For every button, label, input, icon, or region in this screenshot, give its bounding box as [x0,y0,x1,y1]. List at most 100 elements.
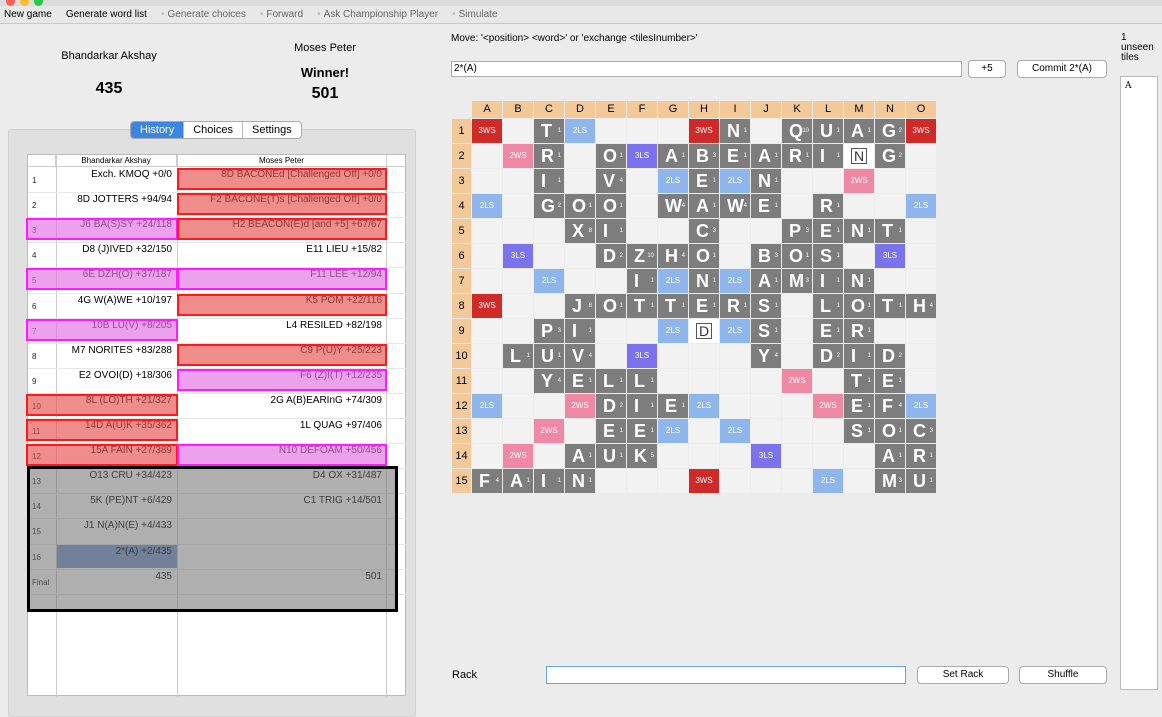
board-square[interactable] [906,269,936,293]
board-square[interactable] [503,394,533,418]
letter-tile[interactable]: R1 [813,194,843,218]
player1-move[interactable]: M7 NORITES +83/288 [58,345,172,356]
letter-tile[interactable]: V4 [565,344,595,368]
letter-tile[interactable]: T1 [658,294,688,318]
letter-tile[interactable]: T1 [875,219,905,243]
board-square[interactable] [906,319,936,343]
board-square[interactable] [782,394,812,418]
letter-tile[interactable]: S1 [813,244,843,268]
board-square[interactable] [875,169,905,193]
board-square[interactable] [813,169,843,193]
player1-move[interactable]: 8D JOTTERS +94/94 [58,194,172,205]
board-square[interactable] [565,169,595,193]
board-square[interactable] [596,469,626,493]
board-square[interactable] [627,119,657,143]
bonus-square[interactable]: 2LS [689,394,719,418]
board-square[interactable] [782,344,812,368]
letter-tile[interactable]: N1 [844,269,874,293]
letter-tile[interactable]: D2 [596,394,626,418]
bonus-square[interactable]: 2LS [813,469,843,493]
letter-tile[interactable]: T1 [844,369,874,393]
letter-tile[interactable]: T1 [875,294,905,318]
board-square[interactable] [658,119,688,143]
board-square[interactable] [503,319,533,343]
blank-tile[interactable]: D [689,319,719,343]
letter-tile[interactable]: B3 [689,144,719,168]
board-square[interactable] [782,294,812,318]
board-square[interactable] [472,169,502,193]
board-square[interactable] [782,469,812,493]
board-square[interactable] [782,319,812,343]
generate-choices-button[interactable]: Generate choices [161,9,245,20]
board-square[interactable] [534,244,564,268]
letter-tile[interactable]: C3 [689,219,719,243]
board-square[interactable] [596,269,626,293]
board-square[interactable] [906,244,936,268]
letter-tile[interactable]: B3 [751,244,781,268]
shuffle-button[interactable]: Shuffle [1019,666,1107,684]
board-square[interactable] [472,369,502,393]
letter-tile[interactable]: A1 [565,444,595,468]
board-square[interactable] [813,419,843,443]
board-square[interactable] [782,169,812,193]
letter-tile[interactable]: K5 [627,444,657,468]
board-square[interactable] [472,419,502,443]
player2-move[interactable]: 1L QUAG +97/406 [180,420,382,431]
letter-tile[interactable]: S1 [751,319,781,343]
letter-tile[interactable]: G2 [534,194,564,218]
board-square[interactable] [689,344,719,368]
board-square[interactable] [658,444,688,468]
board-square[interactable] [782,419,812,443]
bonus-square[interactable]: 2LS [658,169,688,193]
letter-tile[interactable]: D2 [596,244,626,268]
letter-tile[interactable]: G2 [875,119,905,143]
bonus-square[interactable]: 2LS [658,419,688,443]
board-square[interactable] [503,119,533,143]
letter-tile[interactable]: D2 [813,344,843,368]
bonus-square[interactable]: 2LS [472,394,502,418]
board-square[interactable] [720,244,750,268]
board-square[interactable] [720,369,750,393]
bonus-square[interactable]: 3LS [627,344,657,368]
bonus-square[interactable]: 3LS [751,444,781,468]
letter-tile[interactable]: E1 [751,194,781,218]
letter-tile[interactable]: I1 [813,144,843,168]
board-square[interactable] [875,194,905,218]
letter-tile[interactable]: S1 [751,294,781,318]
move-input[interactable]: 2*(A) [451,61,962,77]
letter-tile[interactable]: A1 [503,469,533,493]
bonus-square[interactable]: 2WS [503,444,533,468]
board-square[interactable] [844,469,874,493]
bonus-square[interactable]: 2WS [503,144,533,168]
letter-tile[interactable]: O1 [596,194,626,218]
letter-tile[interactable]: R1 [534,144,564,168]
board-square[interactable] [751,369,781,393]
letter-tile[interactable]: S1 [844,419,874,443]
bonus-square[interactable]: 2WS [813,394,843,418]
board-square[interactable] [503,419,533,443]
letter-tile[interactable]: I1 [534,469,564,493]
letter-tile[interactable]: Y4 [751,344,781,368]
board-square[interactable] [875,269,905,293]
letter-tile[interactable]: E1 [813,319,843,343]
letter-tile[interactable]: V4 [596,169,626,193]
board-square[interactable] [503,194,533,218]
board-square[interactable] [627,469,657,493]
board-square[interactable] [751,119,781,143]
board-square[interactable] [782,444,812,468]
tab-settings[interactable]: Settings [243,122,301,138]
letter-tile[interactable]: E1 [658,394,688,418]
board-square[interactable] [503,369,533,393]
letter-tile[interactable]: E1 [844,394,874,418]
bonus-square[interactable]: 2LS [565,119,595,143]
player1-move[interactable]: Exch. KMOQ +0/0 [58,169,172,180]
board-square[interactable] [503,169,533,193]
letter-tile[interactable]: P3 [782,219,812,243]
board-square[interactable] [751,469,781,493]
letter-tile[interactable]: C3 [906,419,936,443]
board-square[interactable] [627,194,657,218]
bonus-square[interactable]: 2LS [720,169,750,193]
letter-tile[interactable]: R1 [782,144,812,168]
board-square[interactable] [503,294,533,318]
board-square[interactable] [534,444,564,468]
